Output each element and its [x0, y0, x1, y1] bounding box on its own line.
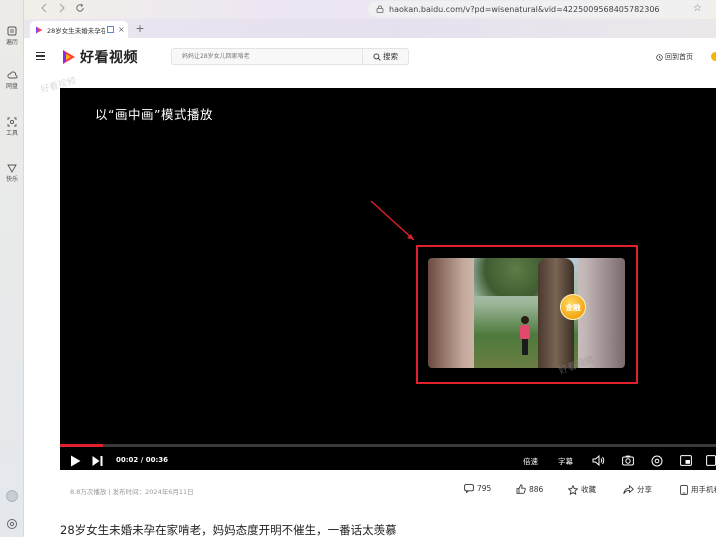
settings-icon[interactable] [651, 455, 663, 467]
fullscreen-icon[interactable] [706, 455, 716, 466]
triangle-icon [7, 164, 17, 173]
site-logo[interactable]: 好看视频 [62, 47, 138, 67]
phone-watch-label: 用手机看 [691, 485, 716, 494]
logo-text: 好看视频 [80, 50, 138, 66]
comment-button[interactable]: 795 [464, 484, 491, 493]
close-icon[interactable]: × [118, 25, 125, 34]
annotation-arrow-icon [370, 200, 415, 241]
favorite-button[interactable]: 收藏 [568, 484, 596, 495]
sidebar-item-bookmarks[interactable]: 遍历 [0, 26, 24, 46]
site-info-icon[interactable] [376, 5, 384, 13]
main-content: 好看视频 以“画中画”模式播放 金融 好看视频 Hi 00:02 / 00:36… [24, 76, 716, 537]
volume-icon[interactable] [592, 455, 605, 466]
profile-avatar[interactable] [6, 490, 18, 502]
browser-sidebar: 遍历 网盘 工具 快乐 [0, 0, 24, 537]
sidebar-item-label: 遍历 [5, 39, 18, 46]
tab-title: 28岁女生未婚未孕在家啃老 [47, 26, 105, 35]
haokan-logo-icon [63, 50, 75, 64]
search-button-label: 搜索 [383, 52, 398, 61]
gold-badge: 金融 [560, 294, 586, 320]
sidebar-item-label: 快乐 [5, 176, 18, 183]
gear-icon[interactable] [6, 518, 18, 530]
tab-strip: 28岁女生未婚未孕在家啃老 × + [24, 19, 716, 38]
thumbs-up-icon [516, 484, 526, 494]
pip-mode-label: 以“画中画”模式播放 [95, 107, 213, 122]
search-icon [373, 52, 381, 61]
browser-toolbar: haokan.baidu.com/v?pd=wisenatural&vid=42… [24, 0, 716, 19]
forward-button[interactable] [56, 3, 68, 15]
clock-icon [656, 53, 663, 61]
play-icon[interactable] [70, 455, 81, 467]
search-box: 搜索 [171, 48, 409, 65]
pip-tab-icon [107, 26, 114, 33]
video-title: 28岁女生未婚未孕在家啃老，妈妈态度开明不催生，一番话太羡慕 [60, 523, 397, 537]
tab-active[interactable]: 28岁女生未婚未孕在家啃老 × [30, 21, 128, 38]
speed-button[interactable]: 倍速 [523, 456, 538, 467]
share-label: 分享 [637, 485, 652, 494]
video-meta-row: 8.8万次播放 | 发布时间：2024年6月11日 795 886 收藏 分享 … [60, 482, 716, 498]
pip-icon[interactable] [680, 455, 692, 466]
progress-fill [60, 444, 104, 447]
favorite-label: 收藏 [581, 485, 596, 494]
camera-icon[interactable] [622, 455, 634, 466]
comment-count: 795 [477, 484, 492, 493]
chevron-right-icon [59, 3, 65, 13]
search-input[interactable] [172, 49, 362, 64]
player-controls: 00:02 / 00:36 倍速 字幕 [60, 451, 716, 470]
sidebar-item-fun[interactable]: 快乐 [0, 163, 24, 183]
sidebar-item-label: 网盘 [5, 83, 18, 90]
share-button[interactable]: 分享 [623, 484, 652, 495]
video-player[interactable]: 以“画中画”模式播放 金融 好看视频 Hi 00:02 / 00:36 倍速 字… [60, 88, 716, 470]
address-bar[interactable]: haokan.baidu.com/v?pd=wisenatural&vid=42… [368, 1, 708, 17]
phone-watch-button[interactable]: 用手机看 [680, 484, 716, 495]
subtitle-button[interactable]: 字幕 [558, 456, 573, 467]
next-icon[interactable] [92, 455, 103, 467]
back-button[interactable] [38, 3, 50, 15]
sidebar-item-tools[interactable]: 工具 [0, 117, 24, 137]
time-display: 00:02 / 00:36 [116, 456, 168, 464]
star-icon[interactable]: ☆ [693, 3, 702, 14]
pip-window[interactable]: 金融 [428, 258, 625, 368]
like-button[interactable]: 886 [516, 484, 543, 494]
haokan-favicon-icon [36, 26, 43, 33]
reload-icon [76, 3, 84, 12]
reload-button[interactable] [74, 3, 86, 15]
back-home-link[interactable]: 回到首页 [656, 52, 693, 62]
comment-icon [464, 484, 474, 493]
bookmark-icon [7, 26, 17, 36]
scan-icon [7, 117, 17, 127]
phone-icon [680, 484, 688, 495]
like-count: 886 [529, 484, 544, 494]
share-icon [623, 484, 634, 494]
chevron-left-icon [41, 3, 47, 13]
cloud-icon [6, 71, 18, 79]
search-button[interactable]: 搜索 [362, 49, 408, 64]
back-home-label: 回到首页 [665, 53, 693, 61]
views-date: 8.8万次播放 | 发布时间：2024年6月11日 [70, 488, 194, 496]
star-icon [568, 484, 578, 495]
url-text: haokan.baidu.com/v?pd=wisenatural&vid=42… [389, 4, 660, 14]
progress-bar[interactable] [60, 444, 716, 447]
menu-icon[interactable] [36, 52, 45, 61]
pip-video-frame: 金融 [474, 258, 586, 368]
new-tab-button[interactable]: + [134, 22, 146, 35]
sidebar-item-label: 工具 [5, 130, 18, 137]
user-avatar[interactable] [711, 52, 716, 61]
site-header: 好看视频 搜索 回到首页 [24, 38, 716, 76]
sidebar-item-cloud[interactable]: 网盘 [0, 70, 24, 90]
